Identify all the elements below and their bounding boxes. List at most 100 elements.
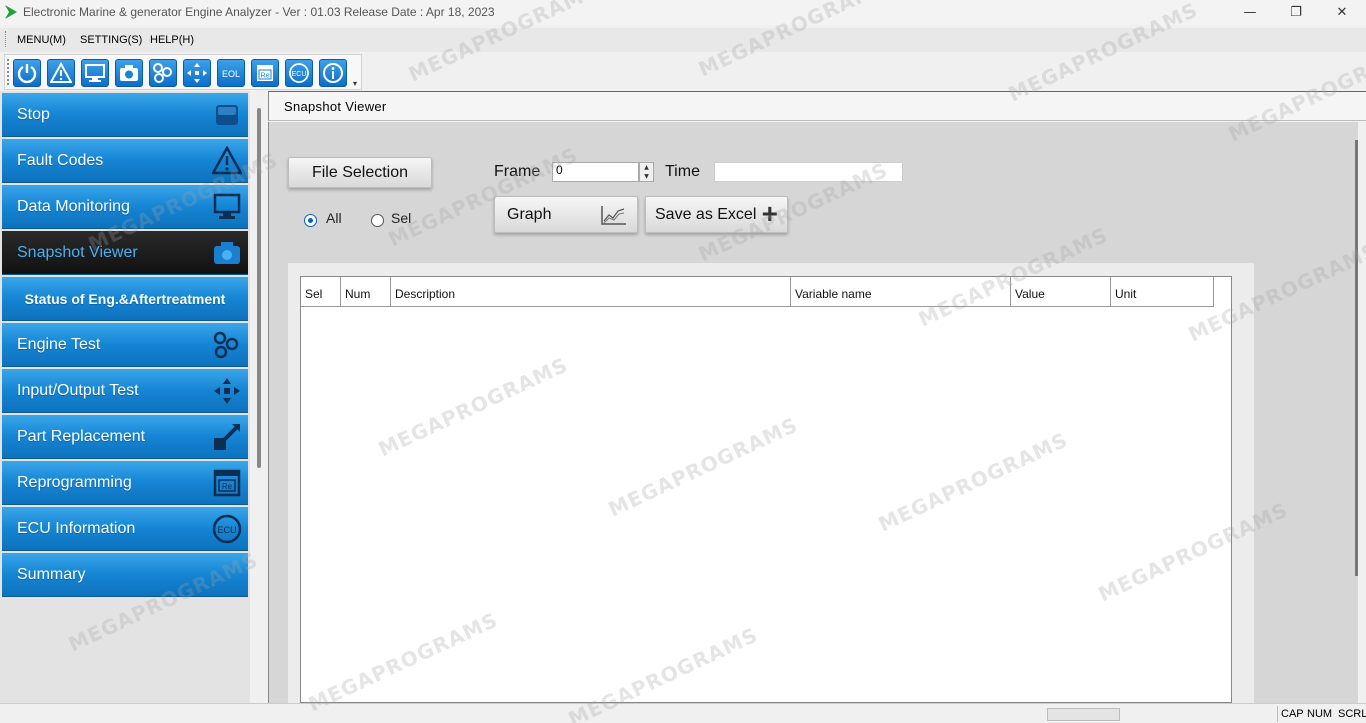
power-icon xyxy=(17,64,37,84)
sidebar-item-label: Input/Output Test xyxy=(17,381,139,399)
sidebar-item-summary[interactable]: Summary xyxy=(2,553,248,597)
column-header-description[interactable]: Description xyxy=(391,277,791,307)
sidebar-item-label: Part Replacement xyxy=(17,427,146,445)
num-lock-indicator: NUM xyxy=(1307,708,1333,720)
toolbar: EOL Re ECU ▾ xyxy=(4,54,362,90)
time-field[interactable] xyxy=(714,162,903,182)
sidebar-item-label: Data Monitoring xyxy=(17,197,130,215)
engine-test-icon xyxy=(153,63,172,83)
graph-button[interactable]: Graph xyxy=(494,196,638,233)
svg-text:ECU: ECU xyxy=(217,525,236,535)
warning-icon xyxy=(212,146,242,175)
sidebar-item-label: Status of Eng.&Aftertreatment xyxy=(24,290,226,307)
toolbar-engine-test-button[interactable] xyxy=(149,59,177,87)
sidebar-item-ecu-information[interactable]: ECU Information ECU xyxy=(2,507,248,551)
camera-icon xyxy=(120,65,138,81)
frame-input[interactable]: 0 xyxy=(552,162,639,182)
plus-icon: + xyxy=(761,198,778,229)
sidebar-item-label: ECU Information xyxy=(17,519,136,537)
svg-text:ECU: ECU xyxy=(292,71,307,78)
column-header-num[interactable]: Num xyxy=(341,277,391,307)
sidebar-item-label: Engine Test xyxy=(17,335,101,353)
radio-all-label[interactable]: All xyxy=(326,210,342,226)
menu-item-setting[interactable]: SETTING(S) xyxy=(80,34,142,46)
minimize-button[interactable]: — xyxy=(1227,0,1273,25)
toolbar-ecu-button[interactable]: ECU xyxy=(285,59,313,87)
close-button[interactable]: ✕ xyxy=(1319,0,1365,25)
ecu-icon: ECU xyxy=(212,514,242,544)
toolbar-overflow-icon[interactable]: ▾ xyxy=(353,79,357,88)
part-replace-icon xyxy=(214,424,240,450)
reprogram-icon: Re xyxy=(257,65,273,81)
menu-grip xyxy=(5,31,8,47)
status-bar: CAP NUM SCRL xyxy=(0,703,1366,723)
monitor-icon xyxy=(213,193,241,219)
toolbar-io-test-button[interactable] xyxy=(183,59,211,87)
io-arrows-icon xyxy=(187,63,207,83)
toolbar-grip[interactable] xyxy=(7,59,10,85)
menu-item-help[interactable]: HELP(H) xyxy=(150,34,194,46)
toolbar-fault-button[interactable] xyxy=(47,59,75,87)
toolbar-eol-button[interactable]: EOL xyxy=(217,59,245,87)
data-table[interactable]: Sel Num Description Variable name Value … xyxy=(300,276,1232,703)
sidebar-item-data-monitoring[interactable]: Data Monitoring xyxy=(2,185,248,229)
radio-sel-label[interactable]: Sel xyxy=(391,210,411,226)
frame-label: Frame xyxy=(494,163,541,180)
radio-sel[interactable] xyxy=(371,214,384,227)
table-header: Sel Num Description Variable name Value … xyxy=(301,277,1214,307)
radio-all[interactable] xyxy=(304,214,317,227)
toolbar-info-button[interactable] xyxy=(319,59,347,87)
app-logo-icon xyxy=(5,5,17,19)
title-bar: Electronic Marine & generator Engine Ana… xyxy=(0,0,1366,25)
caps-lock-indicator: CAP xyxy=(1281,708,1304,720)
scroll-lock-indicator: SCRL xyxy=(1338,708,1366,720)
sidebar-item-input-output-test[interactable]: Input/Output Test xyxy=(2,369,248,413)
sidebar-item-engine-test[interactable]: Engine Test xyxy=(2,323,248,367)
toolbar-reprogram-button[interactable]: Re xyxy=(251,59,279,87)
sidebar-scrollbar[interactable] xyxy=(257,108,261,468)
chart-icon xyxy=(601,206,626,225)
maximize-button[interactable]: ❐ xyxy=(1273,0,1319,25)
io-arrows-icon xyxy=(214,378,240,404)
panel-header: Snapshot Viewer xyxy=(268,91,1366,121)
panel-scrollbar[interactable] xyxy=(1355,140,1358,576)
column-header-variable-name[interactable]: Variable name xyxy=(791,277,1011,307)
file-selection-button[interactable]: File Selection xyxy=(288,157,432,188)
ecu-icon: ECU xyxy=(289,63,309,83)
column-header-sel[interactable]: Sel xyxy=(301,277,341,307)
stop-icon xyxy=(216,105,238,125)
save-as-excel-button[interactable]: Save as Excel + xyxy=(645,196,788,233)
save-as-excel-label: Save as Excel xyxy=(655,205,757,223)
svg-text:EOL: EOL xyxy=(222,69,240,79)
sidebar-item-label: Fault Codes xyxy=(17,151,104,169)
column-header-unit[interactable]: Unit xyxy=(1111,277,1214,307)
graph-button-label: Graph xyxy=(507,205,552,223)
sidebar-item-label: Stop xyxy=(17,105,50,123)
sidebar-item-part-replacement[interactable]: Part Replacement xyxy=(2,415,248,459)
svg-text:Re: Re xyxy=(261,73,270,80)
sidebar-item-label: Snapshot Viewer xyxy=(17,243,138,261)
sidebar-item-stop[interactable]: Stop xyxy=(2,93,248,137)
sidebar-item-label: Reprogramming xyxy=(17,473,132,491)
menu-item-menu[interactable]: MENU(M) xyxy=(17,34,66,46)
sidebar-item-reprogramming[interactable]: Reprogramming Re xyxy=(2,461,248,505)
sidebar-item-status-eng-aftertreatment[interactable]: Status of Eng.&Aftertreatment xyxy=(2,277,248,321)
sidebar: Stop Fault Codes Data Monitoring Snapsho… xyxy=(0,91,250,703)
monitor-icon xyxy=(85,64,105,82)
column-header-value[interactable]: Value xyxy=(1011,277,1111,307)
sidebar-item-snapshot-viewer[interactable]: Snapshot Viewer xyxy=(2,231,248,275)
menu-bar: MENU(M) SETTING(S) HELP(H) xyxy=(0,28,1366,52)
toolbar-power-button[interactable] xyxy=(13,59,41,87)
camera-icon xyxy=(214,242,240,264)
info-icon xyxy=(323,63,343,83)
toolbar-monitor-button[interactable] xyxy=(81,59,109,87)
status-progress-bar xyxy=(1047,708,1120,721)
frame-stepper[interactable]: ▲ ▼ xyxy=(639,162,654,182)
sidebar-item-fault-codes[interactable]: Fault Codes xyxy=(2,139,248,183)
sidebar-item-label: Summary xyxy=(17,565,86,583)
toolbar-snapshot-button[interactable] xyxy=(115,59,143,87)
warning-icon xyxy=(50,62,72,83)
reprogram-icon: Re xyxy=(213,469,241,497)
eol-icon: EOL xyxy=(222,69,240,79)
svg-text:Re: Re xyxy=(222,482,233,491)
